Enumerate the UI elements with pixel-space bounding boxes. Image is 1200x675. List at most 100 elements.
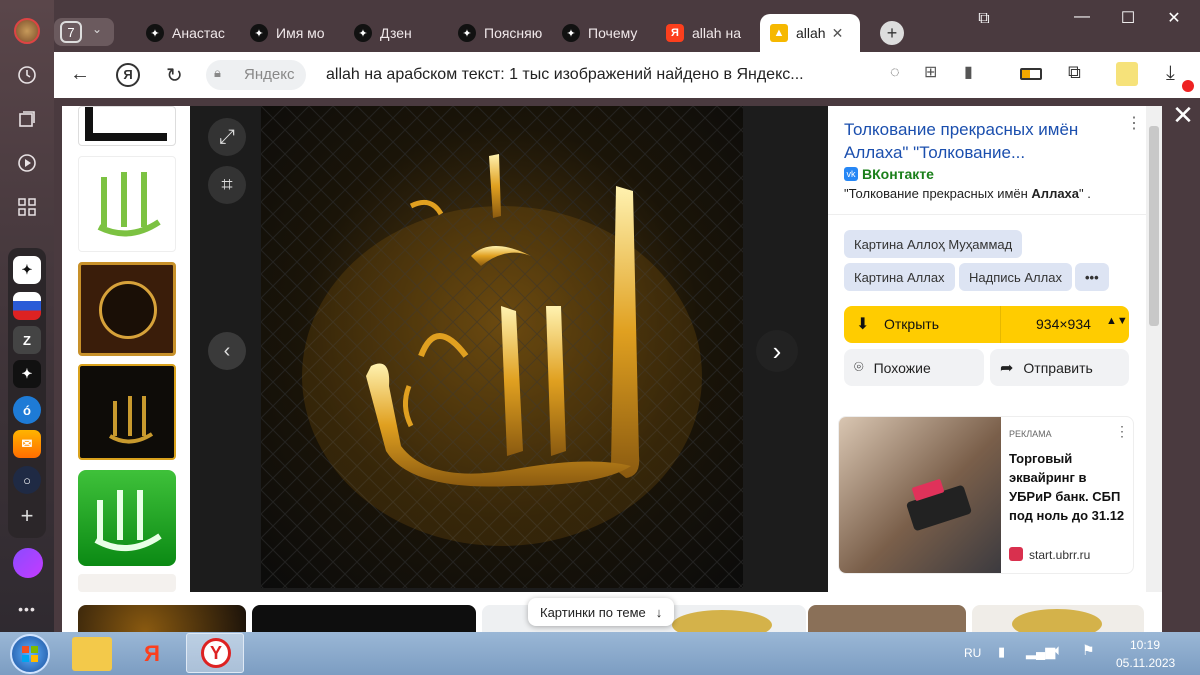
related-pictures-button[interactable]: Картинки по теме ↓ — [528, 598, 675, 626]
image-title-link[interactable]: Толкование прекрасных имён Аллаха" "Толк… — [844, 118, 1104, 164]
comment-icon[interactable]: ◌ — [890, 64, 900, 82]
bookmark-manager-icon[interactable]: ⧉ — [964, 10, 1004, 28]
divider — [828, 214, 1146, 215]
arrow-down-icon: ↓ — [655, 604, 663, 620]
battery-icon[interactable] — [1020, 68, 1042, 80]
source-row[interactable]: vk ВКонтакте — [844, 166, 934, 182]
app-shortcut-dzen-icon[interactable]: ✦ — [13, 256, 41, 284]
tab-6[interactable]: Яallah на — [666, 18, 756, 48]
back-icon[interactable]: ← — [70, 63, 90, 86]
more-icon[interactable]: ••• — [10, 592, 44, 626]
tab-label: Анастас — [172, 25, 225, 41]
ad-domain[interactable]: start.ubrr.ru — [1029, 548, 1090, 562]
ubrr-logo-icon — [1009, 547, 1023, 561]
scrollbar[interactable]: ▼ — [1146, 106, 1162, 632]
close-viewer-button[interactable]: ✕ — [1168, 100, 1198, 130]
panel-menu-icon[interactable]: ⋮ — [1126, 116, 1142, 132]
yandex-home-icon[interactable]: Я — [116, 63, 140, 87]
flag-icon[interactable]: ⚑ — [1082, 642, 1095, 659]
share-arrow-icon: ➦ — [1000, 359, 1014, 377]
clock-time[interactable]: 10:19 — [1130, 638, 1160, 652]
profile-avatar[interactable] — [10, 14, 44, 48]
notes-icon[interactable] — [1116, 62, 1138, 86]
thumbnail[interactable] — [78, 156, 176, 252]
history-icon[interactable] — [10, 58, 44, 92]
app-shortcut-shield-icon[interactable] — [13, 292, 41, 320]
related-image[interactable] — [78, 605, 246, 632]
collections-icon[interactable] — [10, 102, 44, 136]
close-window-button[interactable]: ✕ — [1154, 8, 1194, 28]
thumbnail[interactable] — [78, 262, 176, 356]
apps-grid-icon[interactable] — [10, 190, 44, 224]
thumbnail[interactable] — [78, 106, 176, 146]
start-button[interactable] — [10, 634, 50, 674]
bookmark-icon[interactable]: ▮ — [964, 62, 973, 82]
tab-label: Имя мо — [276, 25, 325, 41]
similar-button[interactable]: ⌾ Похожие — [844, 349, 984, 386]
reload-icon[interactable]: ↻ — [166, 63, 183, 88]
tab-3[interactable]: ✦ Дзен — [354, 18, 444, 48]
description-highlight: Аллаха — [1031, 186, 1080, 201]
app-shortcut-circle-icon[interactable]: ○ — [13, 466, 41, 494]
crop-icon[interactable]: ⌗ — [208, 166, 246, 204]
download-icon[interactable]: ⤓ — [1166, 62, 1175, 85]
more-tags-button[interactable]: ••• — [1075, 263, 1109, 291]
divider — [1000, 306, 1001, 343]
fullscreen-icon[interactable]: ⤢ — [208, 118, 246, 156]
app-shortcut-star-icon[interactable]: ✦ — [13, 360, 41, 388]
app-shortcut-mail-icon[interactable]: ✉ — [13, 430, 41, 458]
related-image[interactable] — [808, 605, 966, 632]
scrollbar-thumb[interactable] — [1149, 126, 1159, 326]
ad-text: Торговый эквайринг в УБРиР банк. СБП под… — [1009, 451, 1125, 523]
signal-icon[interactable]: ▂▄▆ — [1026, 644, 1055, 660]
minimize-button[interactable]: — — [1062, 8, 1102, 26]
volume-icon[interactable]: 🔈︎ — [1054, 642, 1063, 659]
app-shortcut-o-icon[interactable]: ó — [13, 396, 41, 424]
related-image[interactable] — [252, 605, 476, 632]
yandex-app-icon[interactable]: Я — [132, 637, 172, 671]
ad-menu-icon[interactable]: ⋮ — [1115, 423, 1129, 440]
next-image-button[interactable]: › — [756, 330, 798, 372]
explorer-icon[interactable] — [72, 637, 112, 671]
thumbnail-selected[interactable] — [78, 364, 176, 460]
tag-chip[interactable]: Надпись Аллах — [959, 263, 1072, 291]
thumbnail[interactable] — [78, 470, 176, 566]
tab-5[interactable]: ✦ Почему — [562, 18, 652, 48]
advertisement-card[interactable]: РЕКЛАМА ⋮ Торговый эквайринг в УБРиР бан… — [838, 416, 1134, 574]
add-app-icon[interactable]: + — [13, 502, 41, 530]
new-tab-button[interactable]: + — [880, 21, 904, 45]
thumbnail[interactable] — [78, 574, 176, 592]
extensions-icon[interactable]: ⧉ — [1068, 62, 1081, 83]
video-icon[interactable] — [10, 146, 44, 180]
alice-assistant-icon[interactable] — [13, 548, 43, 578]
description-text: "Толкование прекрасных имён — [844, 186, 1032, 201]
tab-2[interactable]: ✦ Имя мо — [250, 18, 340, 48]
yandex-browser-task[interactable]: Y — [186, 633, 244, 673]
tab-1[interactable]: ✦ Анастас — [146, 18, 236, 48]
ad-tag: РЕКЛАМА — [1009, 429, 1052, 439]
network-icon[interactable]: ▮ — [998, 644, 1005, 660]
language-indicator[interactable]: RU — [964, 646, 981, 660]
tab-4[interactable]: ✦ Поясняю — [458, 18, 548, 48]
tab-active[interactable]: ▲ allah ✕ — [760, 14, 860, 52]
vk-icon: vk — [844, 167, 858, 181]
source-name: ВКонтакте — [862, 166, 934, 182]
clock-date[interactable]: 05.11.2023 — [1116, 656, 1175, 670]
share-button[interactable]: ➦ Отправить — [990, 349, 1129, 386]
open-image-button[interactable]: ⬇ Открыть 934×934 ▲▼ — [844, 306, 1129, 343]
close-tab-icon[interactable]: ✕ — [832, 25, 844, 42]
tag-chip[interactable]: Картина Аллоҳ Муҳаммад — [844, 230, 1023, 258]
dzen-icon: ✦ — [146, 24, 164, 42]
tab-bar: 7 ⌄ ✦ Анастас ✦ Имя мо ✦ Дзен ✦ Поясняю ✦ Поч… — [54, 0, 1200, 52]
prev-image-button[interactable]: ‹ — [208, 332, 246, 370]
site-pill[interactable]: 🔒︎ Яндекс — [206, 60, 306, 90]
image-icon: ▲ — [770, 24, 788, 42]
tab-count-button[interactable]: 7 ⌄ — [54, 18, 114, 46]
translate-icon[interactable]: ⊞ — [924, 62, 937, 82]
related-image[interactable] — [972, 605, 1144, 639]
tag-chip[interactable]: Картина Аллах — [844, 263, 955, 291]
app-shortcut-z-icon[interactable]: Z — [13, 326, 41, 354]
image-size[interactable]: 934×934 — [1036, 316, 1091, 332]
page-title[interactable]: allah на арабском текст: 1 тыс изображен… — [326, 66, 804, 84]
maximize-button[interactable]: ☐ — [1108, 8, 1148, 28]
